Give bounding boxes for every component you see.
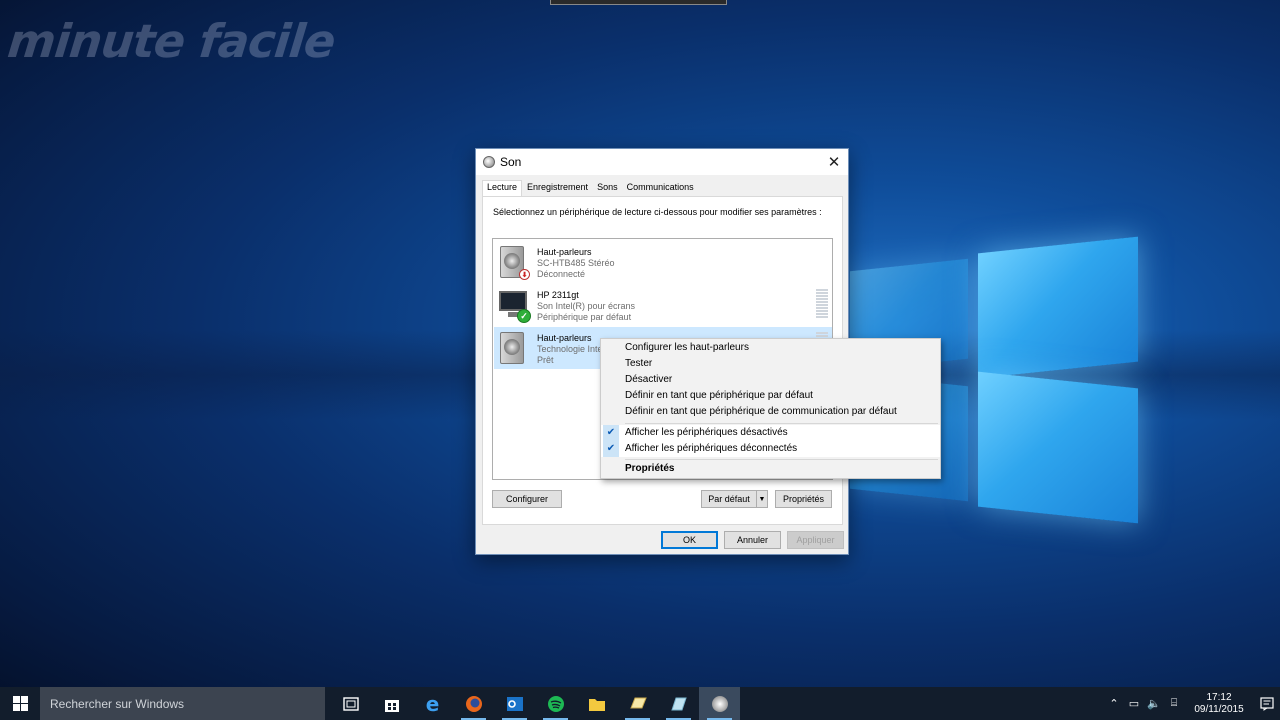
- device-status: Périphérique par défaut: [537, 312, 632, 322]
- search-box[interactable]: Rechercher sur Windows: [40, 687, 325, 720]
- firefox-button[interactable]: [453, 687, 494, 720]
- device-description: Son Intel(R) pour écrans: [537, 301, 636, 311]
- tab-lecture[interactable]: Lecture: [482, 180, 523, 196]
- instruction-text: Sélectionnez un périphérique de lecture …: [493, 207, 822, 217]
- monitor-icon: ✓: [497, 285, 533, 325]
- volume-icon[interactable]: 🔈: [1144, 697, 1164, 710]
- context-menu: Configurer les haut-parleurs Tester Désa…: [600, 338, 941, 479]
- notification-icon: [1260, 696, 1274, 711]
- dialog-titlebar[interactable]: Son ✕: [476, 149, 848, 175]
- chevron-down-icon: ▼: [758, 495, 766, 503]
- dialog-title: Son: [500, 155, 522, 169]
- notification-center-button[interactable]: [1254, 687, 1280, 720]
- spotify-icon: [547, 695, 564, 712]
- device-name: HP 2311gt: [537, 290, 579, 300]
- menu-separator: [625, 459, 938, 460]
- edge-icon: e: [425, 691, 440, 716]
- window-edge: [550, 0, 727, 5]
- store-button[interactable]: [371, 687, 412, 720]
- cancel-button[interactable]: Annuler: [724, 531, 781, 549]
- device-status: Déconnecté: [537, 269, 586, 279]
- ok-button[interactable]: OK: [661, 531, 718, 549]
- speaker-icon: [497, 328, 533, 368]
- device-item-speakers-disconnected[interactable]: ⬇ Haut-parleurs SC-HTB485 Stéréo Déconne…: [494, 241, 832, 283]
- folder-icon: [588, 698, 605, 711]
- menu-item-properties[interactable]: Propriétés: [601, 461, 940, 477]
- store-icon: [384, 699, 399, 712]
- device-item-hp-monitor[interactable]: ✓ HP 2311gt Son Intel(R) pour écrans Pér…: [494, 284, 832, 326]
- device-name: Haut-parleurs: [537, 333, 592, 343]
- watermark-logo: minute facile: [5, 14, 338, 68]
- disconnected-badge-icon: ⬇: [519, 269, 530, 280]
- default-check-icon: ✓: [517, 309, 531, 323]
- outlook-icon: [506, 696, 523, 711]
- sound-settings-button[interactable]: [699, 687, 740, 720]
- menu-item-configure-speakers[interactable]: Configurer les haut-parleurs: [601, 340, 940, 356]
- menu-item-set-default-communication[interactable]: Définir en tant que périphérique de comm…: [601, 404, 940, 420]
- properties-button[interactable]: Propriétés: [775, 490, 832, 508]
- device-status: Prêt: [537, 355, 554, 365]
- system-tray: ⌃ ▭ 🔈 ⌸ 17:12 09/11/2015: [1104, 687, 1280, 720]
- menu-separator: [625, 423, 938, 424]
- app-window-icon: [670, 697, 687, 710]
- chevron-up-icon[interactable]: ⌃: [1104, 697, 1124, 710]
- firefox-icon: [465, 695, 482, 712]
- speaker-icon: ⬇: [497, 242, 533, 282]
- battery-icon[interactable]: ▭: [1124, 697, 1144, 710]
- start-button[interactable]: [0, 687, 40, 720]
- menu-item-show-disconnected[interactable]: ✔ Afficher les périphériques déconnectés: [601, 441, 940, 457]
- device-name: Haut-parleurs: [537, 247, 592, 257]
- tab-communications[interactable]: Communications: [623, 181, 698, 195]
- apply-button[interactable]: Appliquer: [787, 531, 844, 549]
- menu-item-show-disabled[interactable]: ✔ Afficher les périphériques désactivés: [601, 425, 940, 441]
- edge-button[interactable]: e: [412, 687, 453, 720]
- menu-item-label: Afficher les périphériques déconnectés: [625, 443, 798, 454]
- menu-item-label: Afficher les périphériques désactivés: [625, 427, 788, 438]
- tab-strip: Lecture Enregistrement Sons Communicatio…: [482, 180, 699, 196]
- app-button-2[interactable]: [658, 687, 699, 720]
- configure-button[interactable]: Configurer: [492, 490, 562, 508]
- task-view-icon: [342, 696, 359, 711]
- outlook-button[interactable]: [494, 687, 535, 720]
- device-description: Technologie Intel: [537, 344, 605, 354]
- menu-item-test[interactable]: Tester: [601, 356, 940, 372]
- app-button[interactable]: [617, 687, 658, 720]
- file-explorer-button[interactable]: [576, 687, 617, 720]
- menu-item-set-default[interactable]: Définir en tant que périphérique par déf…: [601, 388, 940, 404]
- set-default-dropdown-button[interactable]: ▼: [756, 490, 768, 508]
- volume-meter: [816, 289, 828, 321]
- windows-icon: [12, 696, 28, 711]
- taskbar: Rechercher sur Windows e ⌃ ▭ 🔈 ⌸ 17:12 0…: [0, 687, 1280, 720]
- speaker-icon: [483, 156, 495, 168]
- close-icon: ✕: [827, 154, 841, 171]
- clock[interactable]: 17:12 09/11/2015: [1184, 692, 1254, 716]
- clock-time: 17:12: [1206, 691, 1232, 703]
- checkmark-icon: ✔: [603, 441, 619, 457]
- network-icon[interactable]: ⌸: [1164, 697, 1184, 710]
- task-view-button[interactable]: [330, 687, 371, 720]
- menu-item-disable[interactable]: Désactiver: [601, 372, 940, 388]
- app-window-icon: [629, 697, 647, 708]
- tab-sons[interactable]: Sons: [593, 181, 622, 195]
- speaker-icon: [711, 695, 728, 712]
- close-button[interactable]: ✕: [820, 149, 848, 175]
- spotify-button[interactable]: [535, 687, 576, 720]
- device-description: SC-HTB485 Stéréo: [537, 258, 615, 268]
- checkmark-icon: ✔: [603, 425, 619, 441]
- clock-date: 09/11/2015: [1194, 703, 1244, 715]
- tab-enregistrement[interactable]: Enregistrement: [523, 181, 592, 195]
- set-default-button[interactable]: Par défaut: [701, 490, 756, 508]
